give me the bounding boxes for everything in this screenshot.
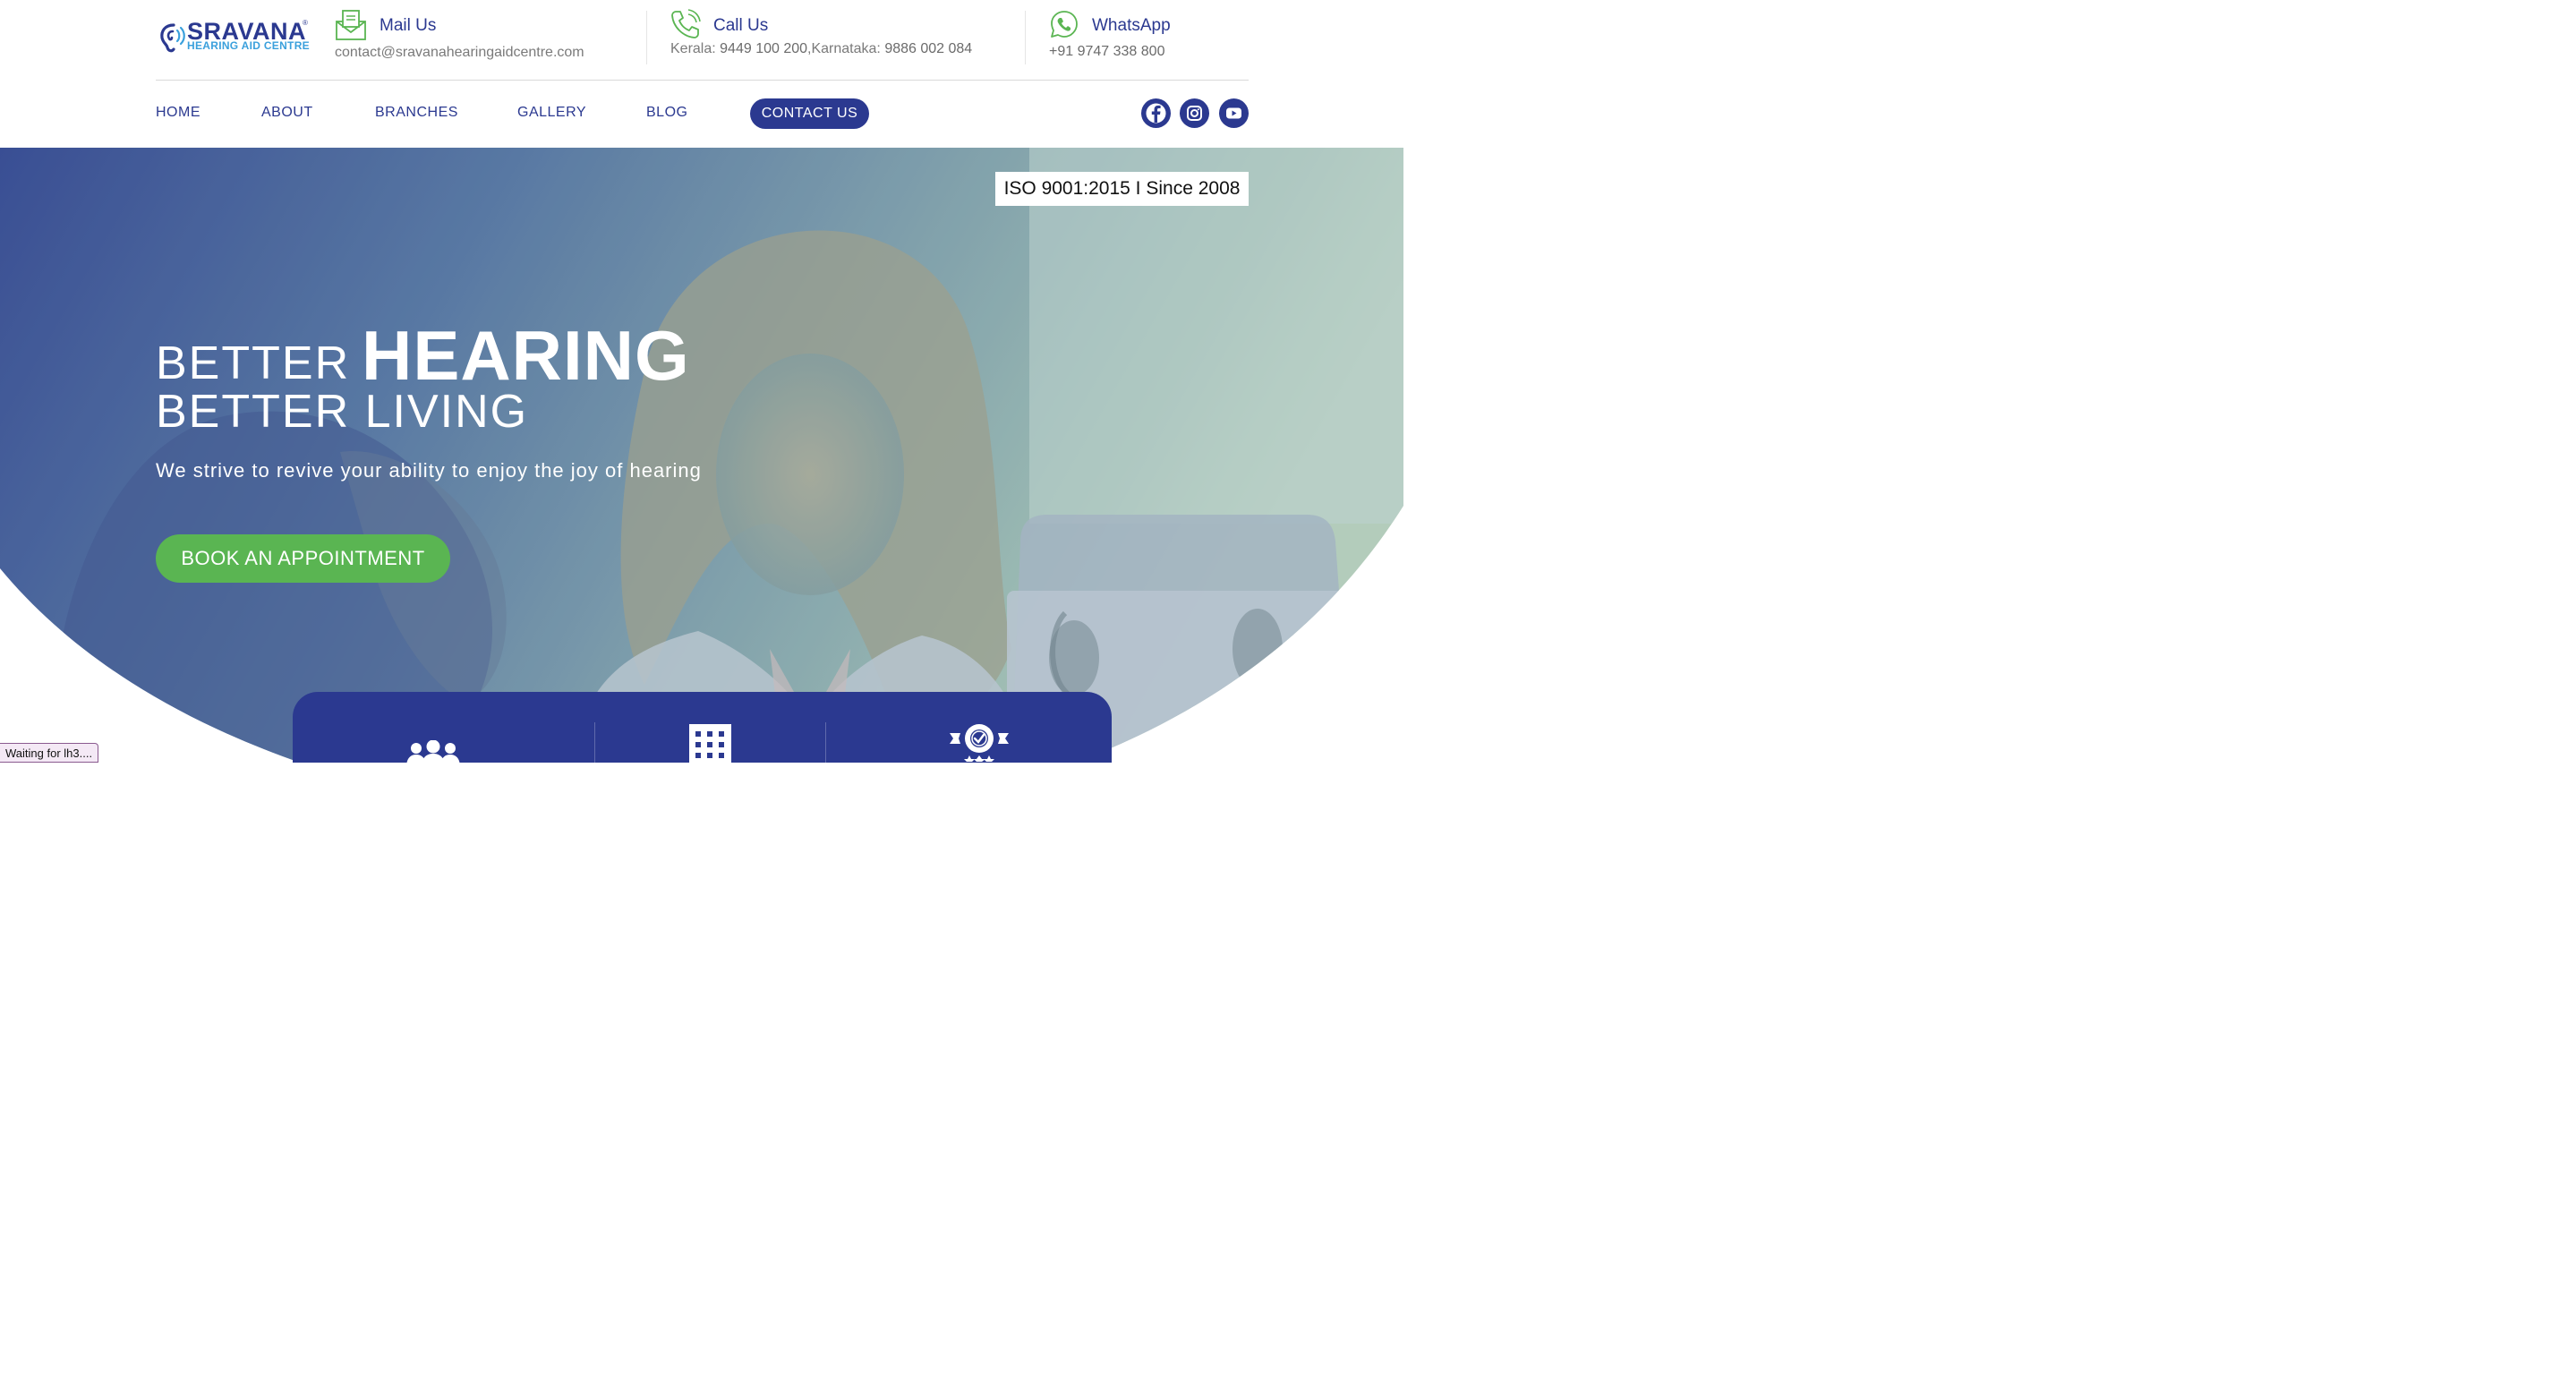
nav-branches[interactable]: BRANCHES xyxy=(375,105,458,121)
divider xyxy=(646,11,647,64)
award-badge-icon xyxy=(950,724,1009,762)
call-title: Call Us xyxy=(713,16,769,35)
divider xyxy=(1025,11,1026,64)
building-icon xyxy=(689,724,731,763)
instagram-icon[interactable] xyxy=(1180,98,1209,128)
iso-badge: ISO 9001:2015 I Since 2008 xyxy=(995,172,1249,206)
phone-numbers: Kerala: 9449 100 200,Karnataka: 9886 002… xyxy=(670,41,972,57)
youtube-icon[interactable] xyxy=(1219,98,1249,128)
hero-tagline: We strive to revive your ability to enjo… xyxy=(156,459,702,482)
whatsapp-title: WhatsApp xyxy=(1092,16,1171,35)
whatsapp-number[interactable]: +91 9747 338 800 xyxy=(1049,44,1164,60)
phone-icon xyxy=(671,9,701,38)
hero-background-image xyxy=(0,148,1403,763)
nav-blog[interactable]: BLOG xyxy=(646,105,687,121)
nav-home[interactable]: HOME xyxy=(156,105,200,121)
nav-about[interactable]: ABOUT xyxy=(261,105,313,121)
mail-address[interactable]: contact@sravanahearingaidcentre.com xyxy=(335,45,584,61)
book-appointment-button[interactable]: BOOK AN APPOINTMENT xyxy=(156,534,450,583)
headline-better: BETTER xyxy=(156,337,351,389)
top-header: SRAVANA ® HEARING AID CENTRE Mail Us con… xyxy=(0,0,1403,81)
header-divider xyxy=(156,80,1249,81)
headline-better-living: BETTER LIVING xyxy=(156,386,529,438)
whatsapp-icon xyxy=(1051,11,1078,38)
kerala-number[interactable]: 9449 100 200 xyxy=(720,41,807,56)
mail-title: Mail Us xyxy=(380,16,437,35)
nav-gallery[interactable]: GALLERY xyxy=(517,105,586,121)
kerala-label: Kerala: xyxy=(670,41,716,56)
browser-status-bar: Waiting for lh3.... xyxy=(0,743,99,763)
karnataka-number[interactable]: 9886 002 084 xyxy=(884,41,972,56)
facebook-icon[interactable] xyxy=(1141,98,1171,128)
registered-mark: ® xyxy=(303,19,308,27)
people-icon xyxy=(406,740,460,763)
hero-section xyxy=(0,148,1403,763)
ear-logo-icon xyxy=(160,23,185,53)
site-logo[interactable]: SRAVANA ® HEARING AID CENTRE xyxy=(158,18,310,55)
karnataka-label: ,Karnataka: xyxy=(807,41,881,56)
features-panel xyxy=(293,692,1112,763)
nav-contact-us-button[interactable]: CONTACT US xyxy=(750,98,869,129)
features-divider xyxy=(825,722,826,763)
logo-subtitle: HEARING AID CENTRE xyxy=(187,39,310,52)
mail-icon xyxy=(336,10,366,40)
features-divider xyxy=(594,722,595,763)
